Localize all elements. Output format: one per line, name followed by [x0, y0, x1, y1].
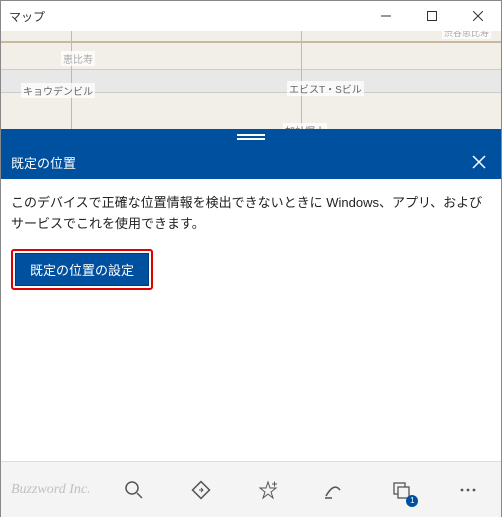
- map-label: 渋谷恵比寿: [442, 31, 491, 39]
- window-titlebar: マップ: [1, 1, 501, 31]
- panel-drag-handle[interactable]: [1, 129, 501, 145]
- drag-handle-icon: [237, 134, 265, 140]
- map-label: エビスT・Sビル: [287, 81, 364, 96]
- map-canvas[interactable]: 恵比寿 渋谷恵比寿 キョウデンビル エビスT・Sビル 加計塚小: [1, 31, 501, 129]
- search-button[interactable]: [101, 462, 168, 517]
- brand-label: Buzzword Inc.: [1, 482, 101, 498]
- directions-button[interactable]: [168, 462, 235, 517]
- search-icon: [124, 480, 144, 500]
- layers-button[interactable]: 1: [368, 462, 435, 517]
- more-icon: [458, 480, 478, 500]
- ink-button[interactable]: [301, 462, 368, 517]
- more-button[interactable]: [434, 462, 501, 517]
- window-title: マップ: [9, 8, 363, 25]
- pen-icon: [323, 480, 345, 500]
- favorites-button[interactable]: [234, 462, 301, 517]
- panel-header: 既定の位置: [1, 145, 501, 179]
- minimize-button[interactable]: [363, 1, 409, 31]
- bottom-toolbar: Buzzword Inc. 1: [1, 461, 501, 517]
- panel-description: このデバイスで正確な位置情報を検出できないときに Windows、アプリ、および…: [11, 193, 491, 235]
- panel-body: このデバイスで正確な位置情報を検出できないときに Windows、アプリ、および…: [1, 179, 501, 461]
- maximize-button[interactable]: [409, 1, 455, 31]
- set-default-location-button[interactable]: 既定の位置の設定: [15, 253, 149, 286]
- panel-title: 既定の位置: [11, 153, 467, 172]
- map-label: 加計塚小: [283, 123, 327, 129]
- directions-icon: [191, 480, 211, 500]
- highlight-frame: 既定の位置の設定: [11, 249, 153, 290]
- close-window-button[interactable]: [455, 1, 501, 31]
- star-icon: [258, 480, 278, 500]
- layers-badge: 1: [406, 495, 418, 507]
- panel-close-button[interactable]: [467, 150, 491, 174]
- map-label: キョウデンビル: [21, 83, 95, 98]
- map-label: 恵比寿: [61, 51, 95, 66]
